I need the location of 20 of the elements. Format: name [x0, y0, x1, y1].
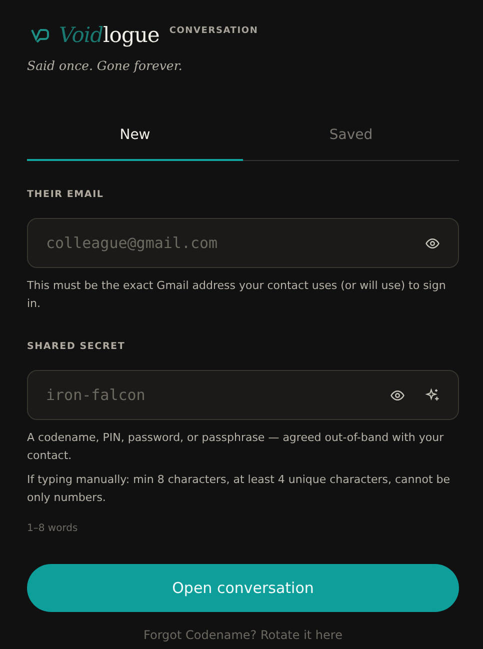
word-count-note: 1–8 words: [27, 523, 79, 534]
section-label: CONVERSATION: [169, 26, 258, 36]
tab[interactable]: New: [27, 127, 243, 161]
hint-text: This must be the exact Gmail address your contact uses (or will use) to sign in.: [27, 278, 447, 312]
eye-icon[interactable]: [425, 236, 440, 250]
hint-text: If typing manually: min 8 characters, at least 4 unique characters, cannot be only numbers.: [27, 472, 452, 506]
tagline: Said once. Gone forever.: [27, 58, 184, 73]
rotate-link[interactable]: Forgot Codename? Rotate it here: [144, 628, 342, 642]
text-field[interactable]: iron-falcon: [27, 370, 459, 420]
field-label: SHARED SECRET: [27, 341, 126, 352]
input-field[interactable]: colleague@gmail.com: [44, 233, 405, 253]
input-field[interactable]: iron-falcon: [44, 385, 370, 405]
text-field[interactable]: colleague@gmail.com: [27, 218, 459, 268]
brand-name: Voidlogue: [59, 23, 160, 47]
sparkle-icon[interactable]: [425, 388, 440, 402]
hint-text: A codename, PIN, password, or passphrase — agreed out-of-band with your contact.: [27, 430, 445, 464]
open-conversation-button[interactable]: Open conversation: [27, 564, 459, 612]
field-label: THEIR EMAIL: [27, 189, 105, 200]
eye-icon[interactable]: [390, 388, 405, 402]
tab[interactable]: Saved: [243, 127, 459, 161]
